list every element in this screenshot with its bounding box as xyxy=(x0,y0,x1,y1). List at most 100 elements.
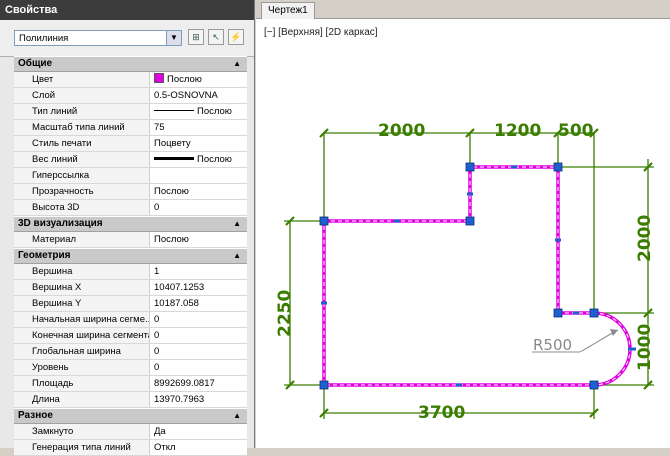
dim-top-mid: 1200 xyxy=(494,121,541,141)
collapse-icon[interactable]: ▲ xyxy=(233,57,241,71)
prop-key: Цвет xyxy=(14,72,150,87)
prop-key: Материал xyxy=(14,232,150,247)
prop-value: Да xyxy=(154,426,166,437)
dim-right-lower: 1000 xyxy=(635,324,655,371)
palette-title: Свойства xyxy=(0,0,254,20)
prop-row-thickness[interactable]: Высота 3D 0 xyxy=(14,200,247,216)
section-geometry-title: Геометрия xyxy=(18,250,71,261)
polyline-path xyxy=(322,165,632,387)
prop-row-linetype-gen[interactable]: Генерация типа линий Откл xyxy=(14,440,247,456)
prop-row-global-width[interactable]: Глобальная ширина 0 xyxy=(14,344,247,360)
prop-key: Стиль печати xyxy=(14,136,150,151)
tab-drawing1[interactable]: Чертеж1 xyxy=(261,2,315,19)
toggle-pickadd-icon[interactable]: ⊞ xyxy=(188,29,204,45)
vertex-grip xyxy=(589,380,599,390)
chevron-down-icon[interactable]: ▼ xyxy=(166,31,181,45)
section-general-title: Общие xyxy=(18,58,53,69)
prop-row-lineweight[interactable]: Вес линий Послою xyxy=(14,152,247,168)
section-3d-title: 3D визуализация xyxy=(18,218,103,229)
vertex-grip xyxy=(553,162,563,172)
prop-value: Поцвету xyxy=(154,138,191,149)
prop-row-elevation[interactable]: Уровень 0 xyxy=(14,360,247,376)
prop-key: Глобальная ширина xyxy=(14,344,150,359)
section-geometry[interactable]: Геометрия ▲ xyxy=(14,248,247,264)
prop-row-transparency[interactable]: Прозрачность Послою xyxy=(14,184,247,200)
prop-key: Конечная ширина сегмента xyxy=(14,328,150,343)
prop-value: 0 xyxy=(154,330,160,341)
collapse-icon[interactable]: ▲ xyxy=(233,409,241,423)
prop-row-plotstyle[interactable]: Стиль печати Поцвету xyxy=(14,136,247,152)
prop-row-layer[interactable]: Слой 0.5-OSNOVNA xyxy=(14,88,247,104)
prop-value: Послою xyxy=(167,74,202,85)
prop-key: Вес линий xyxy=(14,152,150,167)
collapse-icon[interactable]: ▲ xyxy=(233,249,241,263)
palette-toolbar: Полилиния ▼ ⊞ ↖ ⚡ xyxy=(0,20,254,57)
drawing-canvas[interactable]: [−] [Верхняя] [2D каркас] 2000 1200 500 … xyxy=(256,19,670,448)
midpoint-grip xyxy=(573,311,579,315)
prop-value: 0 xyxy=(154,202,160,213)
linetype-preview-icon xyxy=(154,110,194,111)
midpoint-grip xyxy=(456,383,462,387)
dim-top-left: 2000 xyxy=(378,121,425,141)
select-objects-icon[interactable]: ↖ xyxy=(208,29,224,45)
prop-value: 75 xyxy=(154,122,165,133)
prop-row-area[interactable]: Площадь 8992699.0817 xyxy=(14,376,247,392)
prop-key: Площадь xyxy=(14,376,150,391)
properties-palette: Свойства Полилиния ▼ ⊞ ↖ ⚡ Общие ▲ Цвет П… xyxy=(0,0,255,456)
prop-key: Начальная ширина сегме... xyxy=(14,312,150,327)
quick-select-icon[interactable]: ⚡ xyxy=(228,29,244,45)
prop-value: Послою xyxy=(197,154,232,165)
prop-row-vertex-y[interactable]: Вершина Y 10187.058 xyxy=(14,296,247,312)
polyline-outline[interactable] xyxy=(322,165,636,387)
prop-row-ltscale[interactable]: Масштаб типа линий 75 xyxy=(14,120,247,136)
prop-key: Длина xyxy=(14,392,150,407)
dim-right-upper: 2000 xyxy=(635,215,655,262)
vertex-grip xyxy=(319,216,329,226)
midpoint-grip xyxy=(394,219,400,223)
prop-row-end-width[interactable]: Конечная ширина сегмента 0 xyxy=(14,328,247,344)
prop-row-hyperlink[interactable]: Гиперссылка xyxy=(14,168,247,184)
prop-key: Тип линий xyxy=(14,104,150,119)
prop-row-closed[interactable]: Замкнуто Да xyxy=(14,424,247,440)
prop-value: 8992699.0817 xyxy=(154,378,215,389)
vertex-grip xyxy=(319,380,329,390)
drawing-tab-bar: Чертеж1 xyxy=(256,0,670,19)
prop-key: Высота 3D xyxy=(14,200,150,215)
prop-value: 0 xyxy=(154,346,160,357)
prop-row-color[interactable]: Цвет Послою xyxy=(14,72,247,88)
prop-value: 0 xyxy=(154,362,160,373)
section-general[interactable]: Общие ▲ xyxy=(14,56,247,72)
prop-row-linetype[interactable]: Тип линий Послою xyxy=(14,104,247,120)
collapse-icon[interactable]: ▲ xyxy=(233,217,241,231)
cad-drawing: 2000 1200 500 2250 2000 1000 3700 R500 xyxy=(275,121,655,423)
prop-row-start-width[interactable]: Начальная ширина сегме... 0 xyxy=(14,312,247,328)
prop-key: Вершина xyxy=(14,264,150,279)
prop-value xyxy=(154,168,246,183)
vertex-grip xyxy=(465,216,475,226)
prop-key: Уровень xyxy=(14,360,150,375)
prop-value: 1 xyxy=(154,266,160,277)
dim-radius: R500 xyxy=(533,336,572,354)
midpoint-grip xyxy=(321,301,327,305)
prop-value: 0 xyxy=(154,314,160,325)
object-type-select[interactable]: Полилиния ▼ xyxy=(14,30,182,46)
prop-key: Вершина Y xyxy=(14,296,150,311)
section-3d-visualization[interactable]: 3D визуализация ▲ xyxy=(14,216,247,232)
polyline-selection-dash xyxy=(323,166,631,386)
dim-bottom: 3700 xyxy=(418,403,465,423)
prop-row-vertex-x[interactable]: Вершина X 10407.1253 xyxy=(14,280,247,296)
prop-key: Гиперссылка xyxy=(14,168,150,183)
color-swatch-icon xyxy=(154,73,164,83)
prop-row-length[interactable]: Длина 13970.7963 xyxy=(14,392,247,408)
prop-key: Прозрачность xyxy=(14,184,150,199)
section-misc[interactable]: Разное ▲ xyxy=(14,408,247,424)
radius-arrow xyxy=(610,329,618,336)
prop-key: Вершина X xyxy=(14,280,150,295)
midpoint-grip xyxy=(467,192,473,196)
prop-key: Замкнуто xyxy=(14,424,150,439)
prop-row-vertex[interactable]: Вершина 1 xyxy=(14,264,247,280)
prop-value: 10407.1253 xyxy=(154,282,205,293)
midpoint-grip xyxy=(555,238,561,242)
object-type-value: Полилиния xyxy=(19,33,69,44)
prop-row-material[interactable]: Материал Послою xyxy=(14,232,247,248)
